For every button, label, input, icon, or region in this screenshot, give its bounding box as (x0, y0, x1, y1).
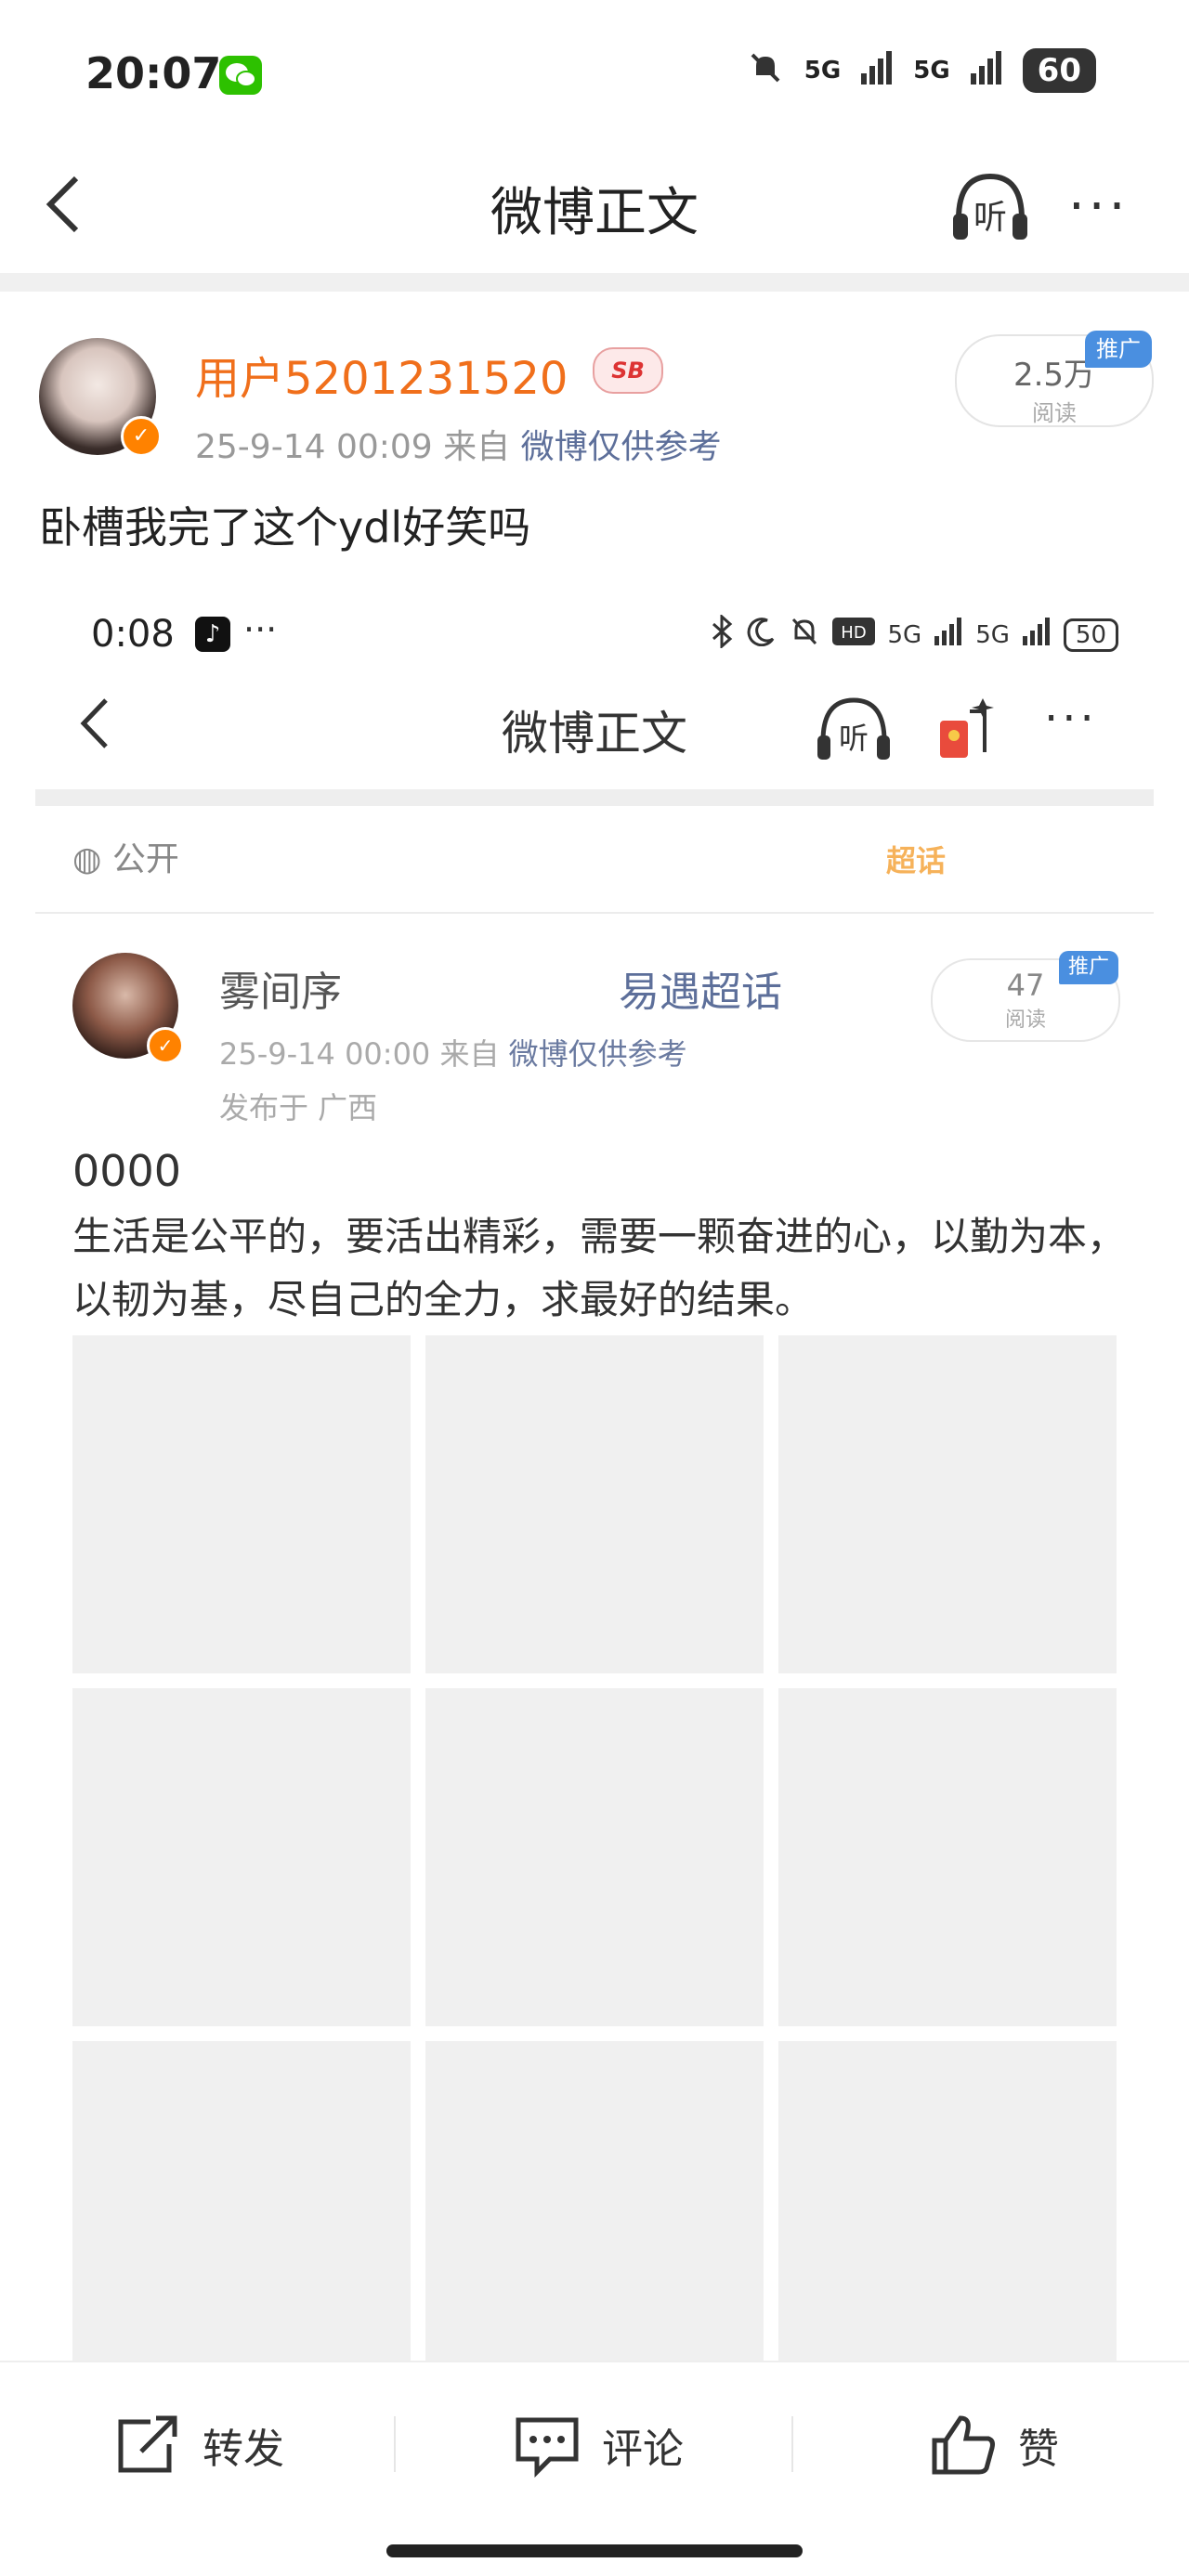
signal-bars-icon (970, 50, 1002, 91)
embedded-source: 微博仅供参考 (508, 1036, 687, 1072)
signal-bars-icon (934, 618, 962, 652)
red-envelope-icon (933, 693, 998, 767)
like-label: 赞 (1018, 2426, 1059, 2473)
embedded-meta: 25-9-14 00:00 来自 微博仅供参考 (219, 1031, 687, 1073)
read-label: 阅读 (1032, 400, 1077, 426)
visibility-public: ◍ 公开 (72, 832, 179, 880)
username[interactable]: 用户5201231520 (195, 342, 568, 407)
embedded-title-line: 0000 (72, 1146, 182, 1196)
embedded-from-label: 来自 (439, 1036, 500, 1072)
embedded-location: 发布于 广西 (219, 1090, 378, 1125)
more-button[interactable]: ··· (1068, 176, 1129, 237)
post-source[interactable]: 微博仅供参考 (521, 428, 722, 466)
grid-image (425, 2041, 764, 2362)
bar-separator (394, 2416, 396, 2472)
embedded-body-text: 生活是公平的，要活出精彩，需要一颗奋进的心，以勤为本，以韧为基，尽自己的全力，求… (72, 1214, 1127, 1322)
post-meta: 25-9-14 00:09 来自 微博仅供参考 (195, 420, 722, 468)
like-button[interactable]: 赞 (929, 2413, 1059, 2478)
svg-text:听: 听 (973, 199, 1007, 237)
listen-button[interactable]: 听 (947, 167, 1033, 249)
image-grid (72, 1335, 1117, 2362)
headphones-listen-icon: 听 (953, 173, 1027, 240)
embedded-status-right: HD 5G 5G 50 (710, 613, 1118, 655)
embedded-username: 雾间序 (219, 969, 342, 1016)
embedded-time: 25-9-14 00:00 (219, 1036, 431, 1072)
signal-5g-1: 5G (804, 57, 842, 85)
verified-badge-icon: ✓ (121, 416, 162, 457)
embedded-status-time: 0:08 (91, 613, 175, 656)
comment-label: 评论 (602, 2426, 684, 2473)
svg-text:HD: HD (841, 623, 866, 643)
comment-icon (516, 2417, 579, 2478)
post-image[interactable]: 0:08 ♪ ··· HD 5G 5G 50 微博正文 听 ··· ◍ 公开 超… (35, 589, 1154, 2362)
embedded-read-label: 阅读 (1004, 1008, 1046, 1032)
grid-image (778, 1688, 1117, 2026)
embedded-status-dots: ··· (243, 609, 278, 650)
embedded-more-icon: ··· (1044, 693, 1098, 745)
embedded-battery: 50 (1063, 618, 1118, 652)
home-indicator[interactable] (386, 2544, 803, 2557)
repost-label: 转发 (203, 2426, 284, 2473)
bottom-action-bar: 转发 评论 赞 (0, 2361, 1189, 2576)
grid-image (72, 2041, 411, 2362)
promo-badge[interactable]: 推广 (1085, 331, 1152, 368)
user-badge: SB (593, 347, 663, 394)
post-time: 25-9-14 00:09 (195, 428, 433, 466)
embedded-divider (35, 789, 1154, 806)
embedded-promo-badge: 推广 (1059, 951, 1118, 984)
super-topic-badge: 超话 (886, 843, 947, 878)
mute-bell-icon (790, 616, 819, 654)
embedded-signal-1: 5G (887, 620, 922, 649)
repost-button[interactable]: 转发 (113, 2413, 284, 2478)
embedded-separator (35, 912, 1154, 914)
embedded-signal-2: 5G (975, 620, 1010, 649)
share-icon (118, 2415, 177, 2473)
grid-image (778, 2041, 1117, 2362)
embedded-super-topic: 易遇超话 (619, 969, 782, 1016)
status-time: 20:07 (85, 48, 222, 98)
headphones-listen-icon: 听 (814, 693, 894, 769)
post-text: 卧槽我完了这个ydl好笑吗 (39, 502, 531, 553)
status-right: 5G 5G 60 (747, 48, 1096, 93)
signal-bars-icon (1022, 618, 1051, 652)
wechat-icon (219, 56, 262, 95)
from-label: 来自 (443, 428, 511, 466)
grid-image (72, 1335, 411, 1673)
grid-image (425, 1688, 764, 2026)
comment-button[interactable]: 评论 (513, 2413, 684, 2478)
tiktok-icon: ♪ (195, 617, 230, 652)
hd-icon: HD (831, 618, 875, 652)
signal-bars-icon (861, 50, 893, 91)
svg-text:听: 听 (839, 721, 869, 756)
moon-icon (747, 617, 777, 653)
mute-bell-icon (747, 49, 784, 93)
bluetooth-icon (710, 613, 734, 655)
grid-image (778, 1335, 1117, 1673)
embedded-verified-icon: ✓ (147, 1027, 184, 1064)
section-divider (0, 273, 1189, 292)
thumbs-up-icon (932, 2415, 995, 2475)
bar-separator (791, 2416, 793, 2472)
grid-image (72, 1688, 411, 2026)
grid-image (425, 1335, 764, 1673)
globe-icon: ◍ (72, 840, 102, 878)
signal-5g-2: 5G (913, 57, 950, 85)
visibility-label: 公开 (111, 840, 179, 878)
battery-level: 60 (1022, 48, 1096, 93)
